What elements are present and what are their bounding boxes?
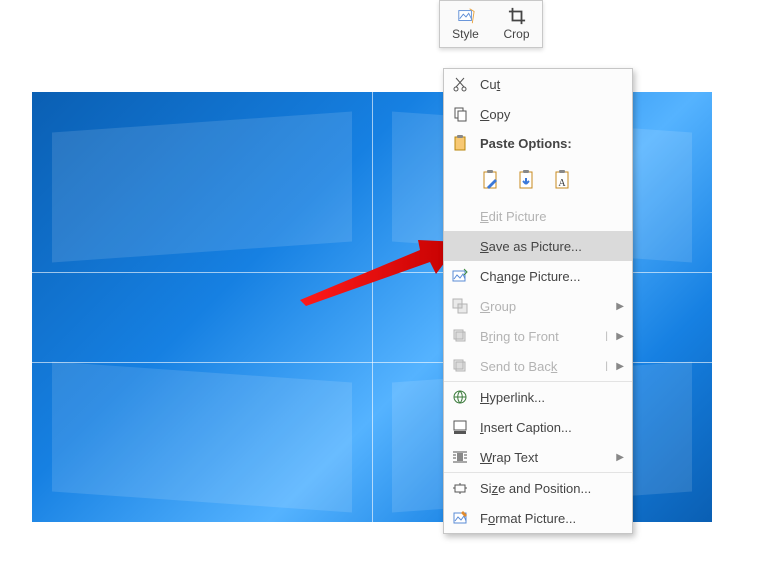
- paste-keep-source[interactable]: [478, 167, 504, 193]
- picture-facet: [52, 112, 352, 263]
- divider-bar: |: [605, 361, 608, 372]
- svg-text:A: A: [558, 178, 566, 189]
- paste-icon: [452, 135, 468, 151]
- change-picture-icon: [452, 268, 468, 284]
- picture-line: [372, 92, 373, 522]
- menu-paste-options: Paste Options: A: [444, 129, 632, 201]
- menu-insert-caption-label: Insert Caption...: [480, 420, 622, 435]
- menu-save-as-picture[interactable]: Save as Picture...: [444, 231, 632, 261]
- menu-insert-caption[interactable]: Insert Caption...: [444, 412, 632, 442]
- menu-cut-label: Cut: [480, 77, 622, 92]
- submenu-indicator-icon: ▶: [616, 331, 624, 342]
- menu-wrap-text-label: Wrap Text: [480, 450, 622, 465]
- menu-edit-picture: Edit Picture: [444, 201, 632, 231]
- bring-front-icon: [452, 328, 468, 344]
- divider-bar: |: [605, 331, 608, 342]
- style-label: Style: [452, 27, 479, 41]
- menu-copy-label: Copy: [480, 107, 622, 122]
- cut-icon: [452, 76, 468, 92]
- menu-hyperlink-label: Hyperlink...: [480, 390, 622, 405]
- submenu-indicator-icon: ▶: [616, 301, 624, 312]
- menu-group-label: Group: [480, 299, 622, 314]
- menu-edit-picture-label: Edit Picture: [480, 209, 622, 224]
- hyperlink-icon: [452, 389, 468, 405]
- submenu-indicator-icon: ▶: [616, 452, 624, 463]
- group-icon: [452, 298, 468, 314]
- clipboard-a-icon: A: [552, 169, 574, 191]
- menu-format-picture-label: Format Picture...: [480, 511, 622, 526]
- paste-merge[interactable]: [514, 167, 540, 193]
- wrap-text-icon: [452, 449, 468, 465]
- picture-style-icon: [457, 7, 475, 25]
- menu-copy[interactable]: Copy: [444, 99, 632, 129]
- menu-bring-to-front-label: Bring to Front: [480, 329, 622, 344]
- crop-button[interactable]: Crop: [491, 1, 542, 47]
- menu-size-and-position[interactable]: Size and Position...: [444, 473, 632, 503]
- mini-toolbar: Style Crop: [439, 0, 543, 48]
- submenu-indicator-icon: ▶: [616, 361, 624, 372]
- size-position-icon: [452, 480, 468, 496]
- paste-text-only[interactable]: A: [550, 167, 576, 193]
- caption-icon: [452, 419, 468, 435]
- menu-wrap-text[interactable]: Wrap Text ▶: [444, 442, 632, 472]
- copy-icon: [452, 106, 468, 122]
- menu-format-picture[interactable]: Format Picture...: [444, 503, 632, 533]
- menu-save-as-picture-label: Save as Picture...: [480, 239, 622, 254]
- menu-paste-options-label: Paste Options:: [480, 136, 572, 151]
- menu-cut[interactable]: Cut: [444, 69, 632, 99]
- menu-size-and-position-label: Size and Position...: [480, 481, 622, 496]
- send-back-icon: [452, 358, 468, 374]
- menu-group: Group ▶: [444, 291, 632, 321]
- clipboard-brush-icon: [480, 169, 502, 191]
- picture-context-menu: Cut Copy Paste Options: A Edit Picture S…: [443, 68, 633, 534]
- crop-label: Crop: [503, 27, 529, 41]
- picture-facet: [52, 362, 352, 513]
- crop-icon: [508, 7, 526, 25]
- menu-bring-to-front: Bring to Front | ▶: [444, 321, 632, 351]
- menu-change-picture[interactable]: Change Picture...: [444, 261, 632, 291]
- menu-hyperlink[interactable]: Hyperlink...: [444, 382, 632, 412]
- menu-send-to-back: Send to Back | ▶: [444, 351, 632, 381]
- clipboard-arrow-icon: [516, 169, 538, 191]
- style-button[interactable]: Style: [440, 1, 491, 47]
- menu-change-picture-label: Change Picture...: [480, 269, 622, 284]
- menu-send-to-back-label: Send to Back: [480, 359, 622, 374]
- format-picture-icon: [452, 510, 468, 526]
